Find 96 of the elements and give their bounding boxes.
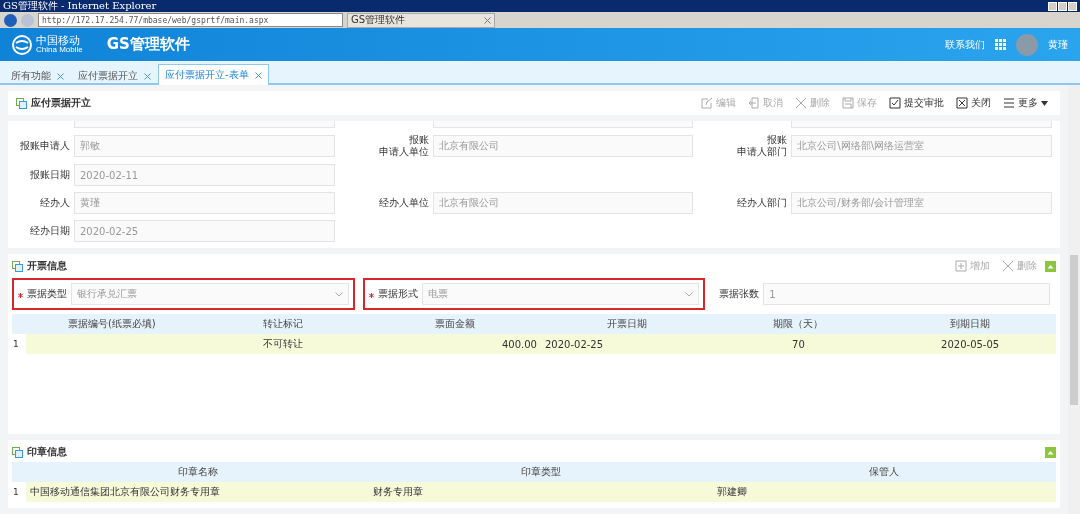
tab[interactable]: 所有功能 (4, 66, 71, 85)
section-icon (12, 260, 23, 272)
header-cell (12, 314, 26, 334)
table-cell: 财务专用章 (369, 482, 713, 502)
edit-icon (701, 97, 713, 109)
section-title: 印章信息 (27, 445, 67, 459)
column-header: 到期日期 (884, 314, 1056, 334)
maximize-button[interactable] (1058, 1, 1067, 11)
input-field[interactable] (74, 121, 335, 128)
menu-icon (1003, 97, 1015, 109)
user-name[interactable]: 黄瑾 (1048, 37, 1068, 52)
field-label: 报账 (407, 134, 429, 146)
row-number: 1 (12, 334, 26, 354)
column-header: 开票日期 (540, 314, 713, 334)
app-title: GS管理软件 (106, 35, 190, 54)
field-label: 申请人部门 (736, 146, 788, 158)
input-field[interactable]: 郭敏 (74, 135, 335, 157)
section-icon (16, 97, 27, 109)
input-field[interactable]: 1 (763, 283, 1050, 305)
select-field[interactable]: 银行承兑汇票 (71, 283, 349, 305)
toolbar-button[interactable]: 关闭 (952, 96, 995, 110)
column-header: 印章名称 (26, 462, 370, 482)
section-title: 开票信息 (27, 259, 67, 273)
contact-link[interactable]: 联系我们 (945, 37, 985, 52)
input-field[interactable]: 北京有限公司 (432, 135, 694, 157)
field-label: 票据形式 (377, 288, 418, 300)
required-icon (368, 292, 374, 298)
plus-icon (955, 260, 967, 272)
section-icon (12, 446, 23, 458)
table-cell: 70 (712, 334, 885, 354)
row-number: 1 (12, 482, 26, 502)
input-field[interactable]: 北京有限公司 (432, 192, 694, 214)
delete-icon (795, 97, 807, 109)
input-field[interactable] (791, 121, 1052, 128)
input-field[interactable]: 北京公司/财务部/会计管理室 (791, 192, 1052, 214)
field-label: 经办日期 (29, 225, 70, 237)
column-header: 票据编号(纸票必填) (26, 314, 198, 334)
exit-icon (748, 97, 760, 109)
close-icon[interactable] (57, 72, 64, 80)
close-icon (956, 97, 968, 109)
collapse-icon[interactable] (1045, 446, 1056, 458)
close-button[interactable] (1068, 1, 1077, 11)
back-button[interactable] (4, 13, 17, 27)
field-label: 报账日期 (29, 169, 70, 181)
close-icon[interactable] (144, 72, 151, 80)
browser-tab[interactable]: GS管理软件 (347, 12, 495, 28)
column-header: 保管人 (712, 462, 1056, 482)
select-field[interactable]: 电票 (421, 283, 700, 305)
field-label: 经办人 (39, 197, 70, 209)
minimize-button[interactable] (1048, 1, 1057, 11)
close-icon[interactable] (254, 71, 262, 79)
logo-subtext: China Mobile (36, 46, 83, 54)
field-label: 票据张数 (719, 288, 760, 300)
field-label: 经办人部门 (736, 197, 788, 209)
required-icon (18, 292, 23, 298)
column-header: 期限（天） (712, 314, 885, 334)
caret-icon (1041, 100, 1048, 106)
table-cell: 郭建卿 (712, 482, 1056, 502)
input-field[interactable]: 2020-02-11 (74, 164, 335, 186)
field-label: 报账 (766, 134, 788, 146)
column-header: 转让标记 (197, 314, 370, 334)
field-label: 票据类型 (27, 288, 67, 300)
delete-icon (1002, 260, 1014, 272)
column-header: 票面金额 (369, 314, 541, 334)
scrollbar[interactable] (1068, 85, 1080, 514)
window-title: GS管理软件 - Internet Explorer (3, 0, 157, 12)
toolbar-button[interactable]: 提交审批 (885, 96, 948, 110)
page-title: 应付票据开立 (31, 96, 91, 110)
tab[interactable]: 应付票据开立-表单 (158, 64, 269, 85)
input-field[interactable]: 2020-02-25 (74, 220, 335, 242)
chevron-icon (685, 291, 694, 297)
field-label: 申请人单位 (377, 146, 429, 158)
collapse-icon[interactable] (1045, 260, 1056, 272)
input-field[interactable]: 黄瑾 (74, 192, 335, 214)
tab[interactable]: 应付票据开立 (71, 66, 158, 85)
logo-icon (12, 34, 32, 55)
table-cell: 400.00 (369, 334, 541, 354)
input-field[interactable] (432, 121, 694, 128)
table-cell: 2020-05-05 (884, 334, 1056, 354)
chevron-icon (334, 291, 343, 297)
scroll-thumb[interactable] (1070, 255, 1078, 405)
field-label: 经办人单位 (377, 197, 429, 209)
close-icon[interactable] (484, 16, 491, 24)
field-label: 报账申请人 (19, 140, 70, 152)
grid-icon[interactable] (995, 39, 1006, 50)
toolbar-button[interactable]: 更多 (999, 96, 1052, 110)
table-cell: 中国移动通信集团北京有限公司财务专用章 (26, 482, 370, 502)
table-cell: 不可转让 (197, 334, 370, 354)
input-field[interactable]: 北京公司\网络部\网络运营室 (791, 135, 1052, 157)
save-icon (842, 97, 854, 109)
logo-text: 中国移动 (36, 35, 80, 46)
checkbox-icon (889, 97, 901, 109)
url-field[interactable]: http://172.17.254.77/mbase/web/gsprtf/main.aspx (38, 13, 343, 27)
column-header: 印章类型 (369, 462, 713, 482)
header-cell (12, 462, 26, 482)
table-cell: 2020-02-25 (540, 334, 713, 354)
